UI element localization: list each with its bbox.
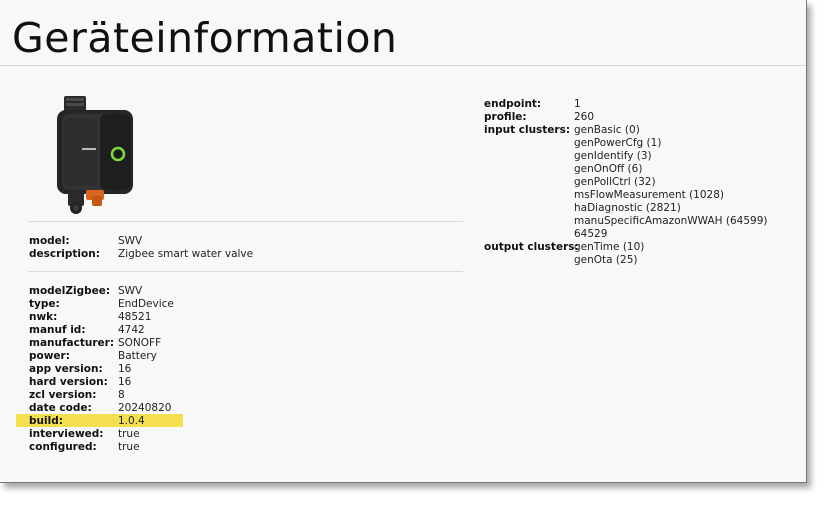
endpoint-value: genOnOff (6) [574, 163, 643, 175]
summary-list: model: SWV description: Zigbee smart wat… [29, 235, 459, 261]
title-divider [0, 65, 806, 66]
detail-value: 8 [118, 389, 125, 401]
endpoint-row: genIdentify (3) [484, 150, 784, 163]
endpoint-row: 64529 [484, 228, 784, 241]
endpoint-value: genTime (10) [574, 241, 645, 253]
device-info-page: Geräteinformation model: SWV description… [0, 0, 807, 483]
build-label: build: [29, 415, 63, 427]
endpoint-label: output clusters: [484, 241, 579, 253]
endpoint-value: 260 [574, 111, 595, 123]
detail-row: app version: 16 [29, 363, 459, 376]
detail-row: hard version: 16 [29, 376, 459, 389]
endpoint-row: genOta (25) [484, 254, 784, 267]
detail-label: modelZigbee: [29, 285, 111, 297]
endpoint-row: output clusters: genTime (10) [484, 241, 784, 254]
detail-label: manuf id: [29, 324, 86, 336]
detail-value: 4742 [118, 324, 145, 336]
detail-row: configured: true [29, 441, 459, 454]
detail-value: 16 [118, 376, 132, 388]
detail-label: date code: [29, 402, 92, 414]
detail-row: modelZigbee: SWV [29, 285, 459, 298]
detail-row: power: Battery [29, 350, 459, 363]
detail-value: 20240820 [118, 402, 172, 414]
endpoint-row: input clusters: genBasic (0) [484, 124, 784, 137]
detail-label: interviewed: [29, 428, 104, 440]
detail-label: type: [29, 298, 60, 310]
endpoint-label: endpoint: [484, 98, 542, 110]
details-list: modelZigbee: SWV type: EndDevice nwk: 48… [29, 285, 459, 454]
detail-value: 16 [118, 363, 132, 375]
endpoint-value: genPollCtrl (32) [574, 176, 656, 188]
section-divider [28, 221, 463, 222]
endpoint-label: profile: [484, 111, 527, 123]
endpoint-row: genPowerCfg (1) [484, 137, 784, 150]
endpoint-value: 1 [574, 98, 581, 110]
endpoint-value: manuSpecificAmazonWWAH (64599) [574, 215, 768, 227]
section-divider [28, 271, 463, 272]
detail-row: zcl version: 8 [29, 389, 459, 402]
endpoint-value: genBasic (0) [574, 124, 640, 136]
endpoint-row: endpoint: 1 [484, 98, 784, 111]
detail-label: zcl version: [29, 389, 97, 401]
model-link[interactable]: SWV [118, 235, 142, 248]
endpoint-row: haDiagnostic (2821) [484, 202, 784, 215]
detail-row: type: EndDevice [29, 298, 459, 311]
endpoint-row: msFlowMeasurement (1028) [484, 189, 784, 202]
water-valve-device-image [57, 96, 133, 214]
detail-row: manuf id: 4742 [29, 324, 459, 337]
detail-value: 48521 [118, 311, 152, 323]
endpoint-value: genIdentify (3) [574, 150, 652, 162]
model-label: model: [29, 235, 70, 247]
detail-row: manufacturer: SONOFF [29, 337, 459, 350]
detail-label: app version: [29, 363, 103, 375]
detail-label: hard version: [29, 376, 108, 388]
detail-value: SONOFF [118, 337, 162, 349]
detail-value: Battery [118, 350, 157, 362]
page-title: Geräteinformation [12, 14, 398, 62]
detail-label: configured: [29, 441, 97, 453]
description-value: Zigbee smart water valve [118, 248, 254, 260]
endpoint-row: manuSpecificAmazonWWAH (64599) [484, 215, 784, 228]
detail-label: power: [29, 350, 70, 362]
build-value: 1.0.4 [118, 415, 145, 427]
detail-row: interviewed: true [29, 428, 459, 441]
endpoint-value: genOta (25) [574, 254, 638, 266]
detail-row: date code: 20240820 [29, 402, 459, 415]
endpoint-row: profile: 260 [484, 111, 784, 124]
detail-value: EndDevice [118, 298, 174, 310]
detail-value: true [118, 428, 140, 440]
endpoint-value: genPowerCfg (1) [574, 137, 662, 149]
detail-value: true [118, 441, 140, 453]
summary-row-model: model: SWV [29, 235, 459, 248]
detail-label: nwk: [29, 311, 58, 323]
detail-value: SWV [118, 285, 143, 297]
endpoint-row: genOnOff (6) [484, 163, 784, 176]
description-label: description: [29, 248, 100, 260]
endpoint-value: haDiagnostic (2821) [574, 202, 681, 214]
endpoint-list: endpoint: 1 profile: 260 input clusters:… [484, 98, 784, 267]
endpoint-row: genPollCtrl (32) [484, 176, 784, 189]
detail-row-build: build: 1.0.4 [29, 415, 459, 428]
summary-row-description: description: Zigbee smart water valve [29, 248, 459, 261]
endpoint-label: input clusters: [484, 124, 571, 136]
endpoint-value: msFlowMeasurement (1028) [574, 189, 725, 201]
detail-row: nwk: 48521 [29, 311, 459, 324]
detail-label: manufacturer: [29, 337, 115, 349]
endpoint-value: 64529 [574, 228, 608, 240]
